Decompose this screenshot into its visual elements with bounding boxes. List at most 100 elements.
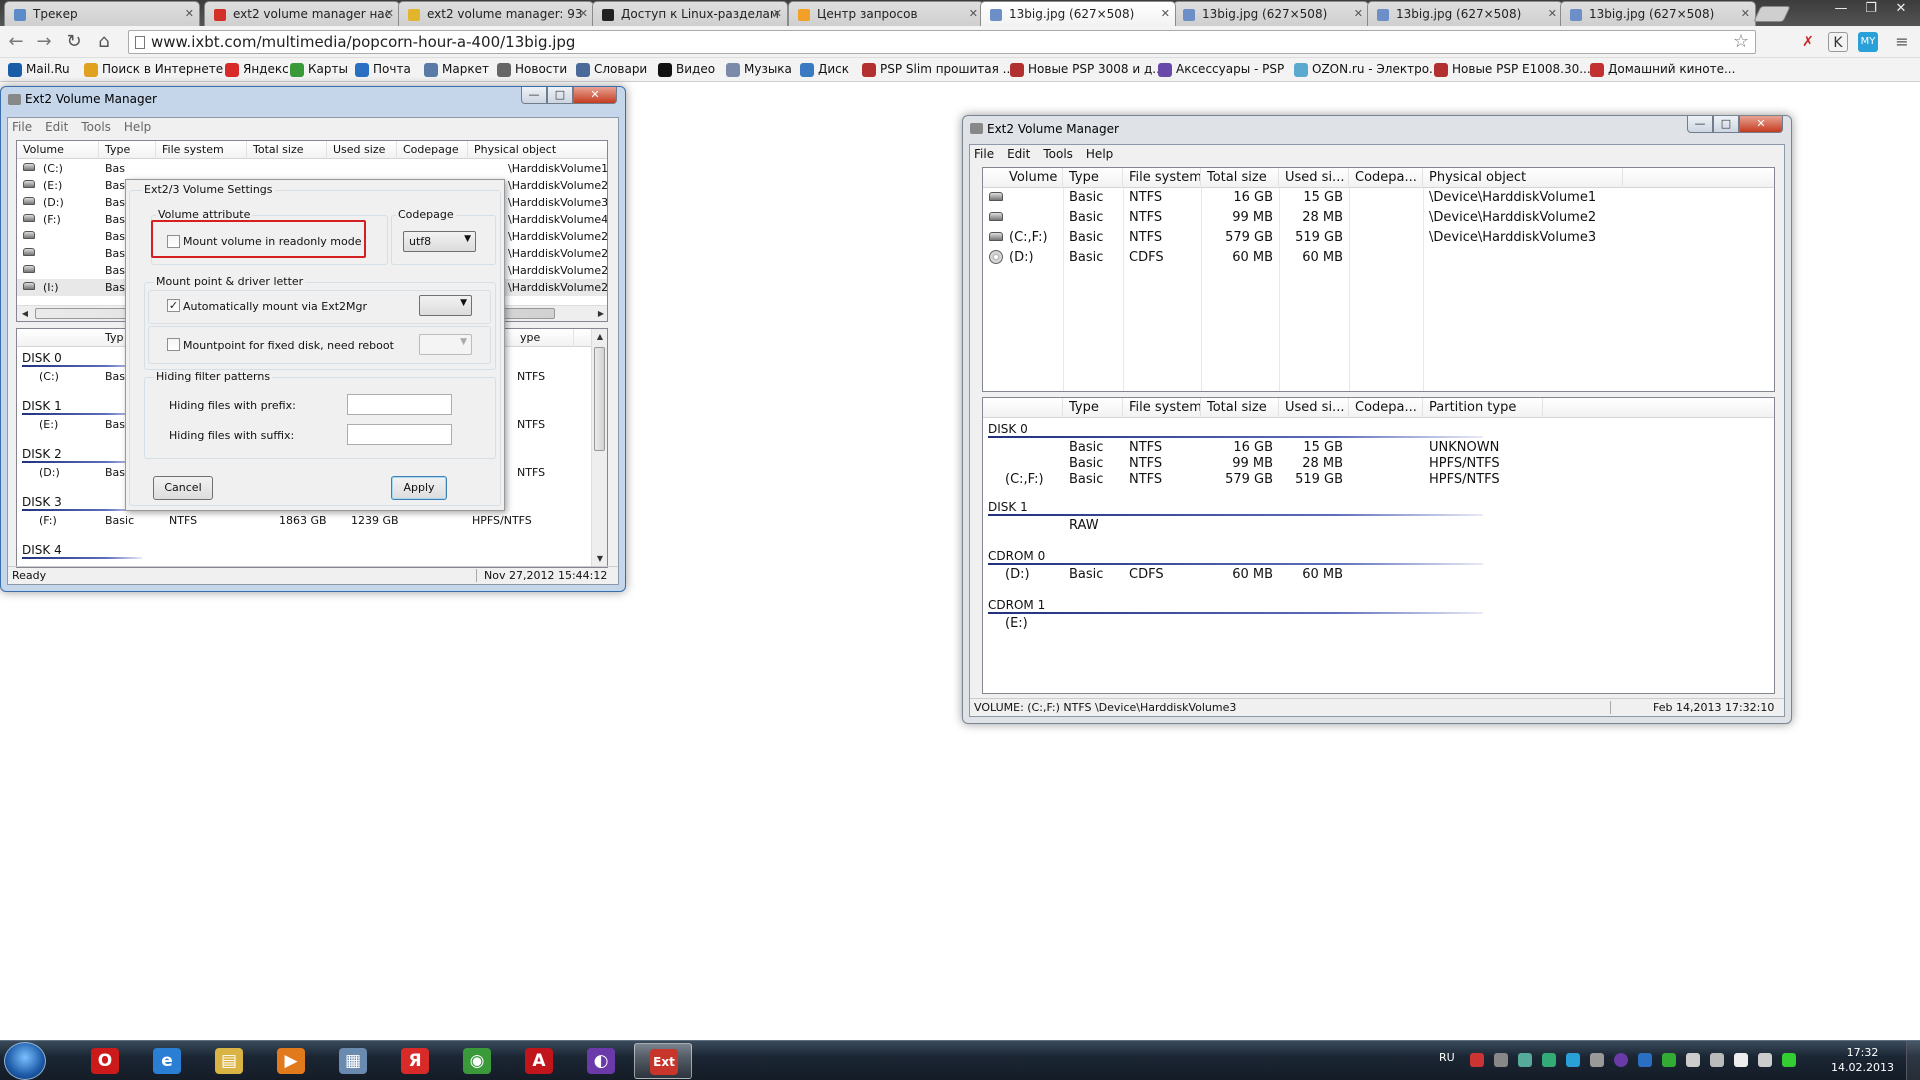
right-close-button[interactable]: ✕ [1739, 116, 1783, 133]
extension-my-icon[interactable]: MY [1858, 32, 1878, 52]
table-row[interactable]: (D:) Basic CDFS 60 MB 60 MB [983, 248, 1774, 268]
cancel-button[interactable]: Cancel [153, 476, 213, 500]
browser-tab[interactable]: 13big.jpg (627×508) ✕ [1560, 1, 1756, 26]
column-header[interactable]: File system [1123, 398, 1201, 418]
bookmark-item[interactable]: Почта [355, 62, 411, 77]
column-header[interactable]: File system [1123, 168, 1201, 188]
left-close-button[interactable]: ✕ [573, 87, 617, 104]
tray-sound-icon[interactable] [1782, 1053, 1796, 1067]
scroll-left-icon[interactable]: ◀ [17, 306, 33, 321]
disk-label[interactable]: DISK 2 [22, 447, 62, 461]
readonly-label[interactable]: Mount volume in readonly mode [183, 235, 361, 248]
home-icon[interactable]: ⌂ [92, 31, 116, 53]
column-header[interactable]: Physical object [1423, 168, 1623, 188]
browser-close-button[interactable]: ✕ [1886, 0, 1916, 20]
browser-tab[interactable]: 13big.jpg (627×508) ✕ [980, 1, 1176, 26]
column-header[interactable]: Volume [17, 141, 99, 159]
auto-mount-label[interactable]: Automatically mount via Ext2Mgr [183, 300, 367, 313]
tab-close-icon[interactable]: ✕ [1161, 7, 1170, 20]
suffix-input[interactable] [347, 424, 452, 445]
column-header[interactable]: Codepa... [1349, 168, 1423, 188]
prefix-input[interactable] [347, 394, 452, 415]
system-clock[interactable]: 17:32 14.02.2013 [1831, 1045, 1894, 1075]
taskbar-yandex-button[interactable]: Я [386, 1043, 444, 1079]
codepage-select[interactable]: utf8 ▼ [403, 231, 476, 252]
reload-icon[interactable]: ↻ [62, 31, 86, 53]
new-tab-button[interactable] [1753, 6, 1791, 22]
readonly-checkbox[interactable] [167, 235, 180, 248]
taskbar-media-player-button[interactable]: ▶ [262, 1043, 320, 1079]
table-row[interactable]: (F:) Basic NTFS 1863 GB 1239 GB HPFS/NTFS [17, 512, 607, 529]
taskbar-ext2mgr-button[interactable]: Ext [634, 1043, 692, 1079]
table-row[interactable]: (E:) [983, 616, 1774, 632]
tab-close-icon[interactable]: ✕ [1741, 7, 1750, 20]
column-header[interactable]: Codepa... [1349, 398, 1423, 418]
tray-power-icon[interactable] [1686, 1053, 1700, 1067]
tray-keyboard-icon[interactable] [1494, 1053, 1508, 1067]
tray-player-icon[interactable] [1590, 1053, 1604, 1067]
column-header[interactable]: Partition type [1423, 398, 1543, 418]
tab-close-icon[interactable]: ✕ [969, 7, 978, 20]
forward-icon[interactable]: → [32, 31, 56, 53]
disk-label[interactable]: DISK 1 [22, 399, 62, 413]
table-row[interactable]: Basic NTFS 99 MB 28 MB \Device\HarddiskVolum… [983, 208, 1774, 228]
tray-screen-icon[interactable] [1638, 1053, 1652, 1067]
taskbar-explorer-button[interactable]: ▤ [200, 1043, 258, 1079]
bookmark-item[interactable]: Маркет [424, 62, 489, 77]
table-row[interactable]: (C:) Bas \HarddiskVolume1 [17, 160, 607, 177]
bookmark-star-icon[interactable]: ☆ [1733, 31, 1749, 52]
bookmark-item[interactable]: Музыка [726, 62, 792, 77]
wrench-menu-icon[interactable]: ≡ [1892, 32, 1912, 52]
scroll-up-icon[interactable]: ▲ [592, 329, 607, 345]
column-header[interactable]: Total size [1201, 398, 1279, 418]
tray-volume-icon[interactable] [1758, 1053, 1772, 1067]
bookmark-item[interactable]: Новые PSP E1008.30... [1434, 62, 1591, 77]
tab-close-icon[interactable]: ✕ [579, 7, 588, 20]
bookmark-item[interactable]: Видео [658, 62, 715, 77]
column-header[interactable]: Physical object [468, 141, 607, 159]
tray-circle-icon[interactable] [1614, 1053, 1628, 1067]
bookmark-item[interactable]: Mail.Ru [8, 62, 70, 77]
bookmark-item[interactable]: Домашний киноте... [1590, 62, 1735, 77]
taskbar-acrobat-button[interactable]: A [510, 1043, 568, 1079]
right-window-titlebar[interactable]: Ext2 Volume Manager [963, 116, 1791, 140]
column-header[interactable]: Used size [327, 141, 397, 159]
menu-item[interactable]: File [974, 147, 994, 161]
menu-item[interactable]: Help [1086, 147, 1113, 161]
tray-signal-icon[interactable] [1710, 1053, 1724, 1067]
table-row[interactable]: Basic NTFS 99 MB 28 MB HPFS/NTFS [983, 456, 1774, 472]
disk-label[interactable]: CDROM 0 [988, 549, 1045, 563]
bookmark-item[interactable]: PSP Slim прошитая ... [862, 62, 1014, 77]
tray-antivirus-icon[interactable] [1662, 1053, 1676, 1067]
disk-label[interactable]: DISK 4 [22, 543, 62, 557]
bookmark-item[interactable]: Новые PSP 3008 и д... [1010, 62, 1164, 77]
browser-tab[interactable]: 13big.jpg (627×508) ✕ [1173, 1, 1369, 26]
browser-restore-button[interactable]: ❐ [1856, 0, 1886, 20]
column-header[interactable]: File system [156, 141, 247, 159]
column-header[interactable]: Total size [1201, 168, 1279, 188]
disk-label[interactable]: DISK 0 [988, 422, 1028, 436]
left-disk-vscrollbar[interactable]: ▲ ▼ [591, 329, 607, 567]
disk-label[interactable]: DISK 1 [988, 500, 1028, 514]
table-row[interactable]: (D:) Basic CDFS 60 MB 60 MB [983, 567, 1774, 583]
tray-flag2-icon[interactable] [1734, 1053, 1748, 1067]
table-row[interactable]: (C:,F:) Basic NTFS 579 GB 519 GB HPFS/NTFS [983, 472, 1774, 488]
column-header[interactable]: Used si... [1279, 168, 1349, 188]
taskbar-unknown-app-button[interactable]: ◐ [572, 1043, 630, 1079]
left-minimize-button[interactable]: — [521, 87, 547, 104]
tab-close-icon[interactable]: ✕ [385, 7, 394, 20]
scroll-down-icon[interactable]: ▼ [592, 551, 607, 567]
browser-tab[interactable]: Центр запросов ✕ [788, 1, 984, 26]
auto-mount-letter-select[interactable]: ▼ [419, 295, 472, 316]
menu-item[interactable]: Tools [1043, 147, 1073, 161]
back-icon[interactable]: ← [4, 31, 28, 53]
address-bar[interactable]: www.ixbt.com/multimedia/popcorn-hour-a-4… [128, 30, 1756, 54]
menu-item[interactable]: Tools [81, 120, 111, 134]
show-desktop-button[interactable] [1906, 1041, 1920, 1080]
browser-tab[interactable]: 13big.jpg (627×508) ✕ [1367, 1, 1563, 26]
taskbar-chrome-button[interactable]: ◉ [448, 1043, 506, 1079]
tab-close-icon[interactable]: ✕ [773, 7, 782, 20]
left-maximize-button[interactable]: □ [547, 87, 573, 104]
extension-k-icon[interactable]: K [1828, 32, 1848, 52]
extension-tool-icon[interactable]: ✗ [1798, 32, 1818, 52]
